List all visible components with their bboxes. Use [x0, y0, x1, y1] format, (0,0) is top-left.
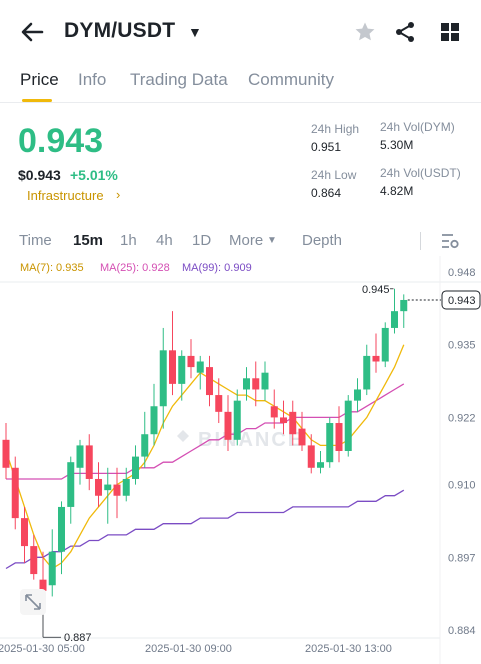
caret-down-icon[interactable]: ▼: [188, 24, 202, 40]
candle-down: [298, 428, 306, 446]
interval-more[interactable]: More: [229, 232, 263, 249]
candle-down: [187, 355, 195, 368]
candle-up: [58, 506, 65, 552]
candle-up: [243, 378, 250, 390]
candle-up: [400, 299, 408, 312]
category-tag[interactable]: Infrastructure: [27, 188, 104, 203]
high-marker-label: 0.945: [362, 284, 390, 296]
vol-base-label: 24h Vol(DYM): [380, 120, 455, 134]
candle-down: [289, 411, 297, 435]
candle-up: [141, 434, 149, 457]
candle-down: [224, 411, 232, 440]
interval-time[interactable]: Time: [19, 232, 52, 249]
active-tab-indicator: [22, 99, 52, 102]
candle-up: [391, 311, 398, 328]
candle-down: [252, 378, 260, 390]
low-label: 24h Low: [311, 168, 357, 182]
candle-up: [354, 389, 361, 401]
candle-down: [2, 439, 10, 468]
tab-price[interactable]: Price: [20, 70, 59, 90]
tab-info[interactable]: Info: [78, 70, 106, 90]
candle-down: [270, 406, 278, 418]
candle-up: [344, 400, 352, 451]
high-label: 24h High: [311, 122, 360, 136]
share-icon[interactable]: [393, 20, 417, 44]
y-tick-label: 0.935: [448, 340, 476, 352]
candle-down: [85, 445, 93, 479]
y-tick-label: 0.922: [448, 412, 476, 424]
candle-up: [104, 484, 112, 491]
current-price-label: 0.943: [448, 295, 476, 307]
tab-community[interactable]: Community: [248, 70, 334, 90]
caret-down-icon[interactable]: ▼: [267, 235, 277, 246]
candle-up: [233, 400, 241, 440]
y-tick-label: 0.948: [448, 267, 476, 279]
last-price: 0.943: [18, 122, 104, 160]
binance-logo-icon: [177, 430, 189, 442]
y-tick-label: 0.910: [448, 480, 476, 492]
star-icon[interactable]: [353, 20, 377, 44]
interval-bar: Time 15m 1h 4h 1D More ▼ Depth: [0, 222, 481, 258]
top-bar: DYM/USDT ▼: [0, 0, 481, 62]
x-tick-label: 2025-01-30 13:00: [305, 643, 392, 655]
pair-title[interactable]: DYM/USDT: [64, 19, 175, 43]
candle-down: [280, 417, 287, 424]
interval-4h[interactable]: 4h: [156, 232, 173, 249]
candle-up: [381, 327, 389, 362]
chevron-right-icon[interactable]: ›: [116, 187, 120, 202]
candle-up: [150, 406, 158, 435]
candle-down: [21, 518, 28, 547]
y-tick-label: 0.897: [448, 552, 476, 564]
divider: [420, 232, 421, 250]
interval-15m[interactable]: 15m: [73, 232, 103, 249]
grid-icon[interactable]: [438, 20, 462, 44]
low-value: 0.864: [311, 186, 342, 200]
change-percent: +5.01%: [70, 167, 118, 183]
candle-up: [261, 372, 269, 390]
x-tick-label: 2025-01-30 05:00: [0, 643, 85, 655]
ma99-line: [5, 489, 405, 570]
interval-1d[interactable]: 1D: [192, 232, 211, 249]
depth-tab[interactable]: Depth: [302, 232, 342, 249]
candle-down: [307, 445, 315, 468]
chart-settings-icon[interactable]: [440, 232, 460, 250]
candle-up: [67, 462, 75, 507]
arrow-left-icon[interactable]: [18, 18, 46, 46]
interval-1h[interactable]: 1h: [120, 232, 137, 249]
candle-up: [363, 355, 371, 390]
usd-price: $0.943: [18, 167, 61, 183]
y-tick-label: 0.884: [448, 625, 476, 637]
candle-down: [206, 367, 213, 396]
vol-quote-value: 4.82M: [380, 184, 414, 198]
x-tick-label: 2025-01-30 09:00: [145, 643, 232, 655]
high-value: 0.951: [311, 140, 342, 154]
low-marker-label: 0.887: [64, 632, 92, 644]
candle-down: [11, 467, 19, 519]
vol-quote-label: 24h Vol(USDT): [380, 166, 461, 180]
candle-up: [132, 456, 139, 479]
candle-down: [372, 355, 380, 362]
candle-down: [113, 484, 121, 496]
tab-trading-data[interactable]: Trading Data: [130, 70, 228, 90]
candle-up: [122, 478, 130, 496]
candle-down: [169, 350, 176, 384]
tab-bar: Price Info Trading Data Community: [0, 62, 481, 103]
candle-down: [95, 478, 102, 496]
candle-down: [30, 546, 38, 575]
candle-up: [326, 423, 334, 463]
candle-up: [317, 462, 324, 468]
candle-up: [196, 361, 204, 373]
candle-down: [335, 423, 343, 451]
candle-up: [159, 350, 167, 407]
vol-base-value: 5.30M: [380, 138, 414, 152]
candlestick-chart[interactable]: BINANCE0.9480.9350.9220.9100.8970.884202…: [0, 256, 481, 664]
candle-up: [178, 355, 186, 384]
candle-down: [215, 395, 223, 412]
candle-up: [48, 551, 56, 586]
candle-up: [76, 445, 84, 468]
ma7-line: [5, 344, 405, 570]
